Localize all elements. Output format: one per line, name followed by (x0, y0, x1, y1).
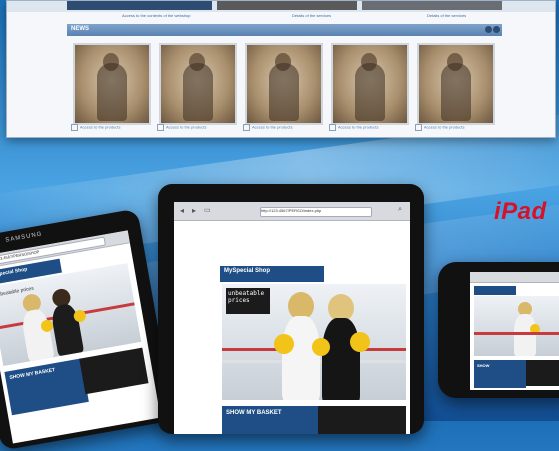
product-image[interactable] (318, 406, 406, 434)
iphone-screen: SHOW (470, 272, 559, 390)
services-link[interactable]: Details of the services (427, 13, 466, 21)
services-link[interactable]: Details of the services (292, 13, 331, 21)
prev-icon[interactable] (485, 26, 492, 33)
bookmarks-icon[interactable]: ▭ (204, 206, 211, 214)
basket-promo[interactable]: SHOW MY BASKET (4, 358, 89, 416)
product-image[interactable] (526, 360, 559, 386)
ipad-label: iPad (494, 198, 547, 225)
model-figure (97, 63, 127, 121)
ipad-screen: ◂ ▸ ▭ http://123.4567/PERSO/index.php ⌕ … (174, 202, 410, 434)
webshop-screenshot: Access to the contents of the webshop De… (6, 0, 556, 138)
header-tile (67, 1, 212, 10)
thumbnail-caption[interactable]: Access to the products (157, 124, 235, 131)
checkbox-icon[interactable] (329, 124, 336, 131)
boxer-figure (514, 314, 536, 356)
boxer-figure (282, 316, 320, 400)
iphone-device: SHOW (438, 262, 559, 398)
phone-brand: SAMSUNG (5, 231, 43, 244)
header-tile (362, 1, 502, 10)
phone-screen: http://123.4567/PERSO/SHOP MySpecial Sho… (0, 230, 161, 444)
next-icon[interactable] (493, 26, 500, 33)
boxing-glove (312, 338, 330, 356)
shop-title: MySpecial Shop (220, 266, 324, 282)
basket-promo[interactable]: SHOW (474, 360, 526, 388)
thumbnail-caption[interactable]: Access to the products (243, 124, 321, 131)
checkbox-icon[interactable] (243, 124, 250, 131)
boxing-glove (274, 334, 294, 354)
model-figure (183, 63, 213, 121)
basket-promo[interactable]: SHOW MY BASKET (222, 406, 318, 434)
product-thumbnail[interactable] (73, 43, 151, 125)
thumbnail-caption[interactable]: Access to the products (329, 124, 407, 131)
hero-tagline: unbeatable prices (226, 288, 270, 314)
product-image[interactable] (79, 347, 149, 395)
model-figure (441, 63, 471, 121)
product-thumbnail[interactable] (159, 43, 237, 125)
url-field[interactable]: http://123.4567/PERSO/index.php (260, 207, 372, 217)
forward-icon[interactable]: ▸ (192, 206, 196, 215)
header-tile (217, 1, 357, 10)
checkbox-icon[interactable] (71, 124, 78, 131)
search-icon[interactable]: ⌕ (398, 206, 402, 214)
boxing-glove (350, 332, 370, 352)
model-figure (355, 63, 385, 121)
samsung-phone: SAMSUNG http://123.4567/PERSO/SHOP MySpe… (0, 208, 175, 451)
product-thumbnail[interactable] (245, 43, 323, 125)
hero-banner (474, 296, 559, 356)
browser-toolbar (470, 272, 559, 283)
hero-banner: unbeatable prices (222, 284, 406, 400)
product-thumbnail[interactable] (331, 43, 409, 125)
hero-graphic (346, 286, 405, 324)
product-thumbnail[interactable] (417, 43, 495, 125)
top-band (7, 1, 555, 12)
webshop-link[interactable]: Access to the contents of the webshop (122, 13, 191, 21)
checkbox-icon[interactable] (157, 124, 164, 131)
thumbnail-caption[interactable]: Access to the products (415, 124, 493, 131)
checkbox-icon[interactable] (415, 124, 422, 131)
news-section-header: NEWS (67, 24, 502, 36)
ipad-device: ◂ ▸ ▭ http://123.4567/PERSO/index.php ⌕ … (158, 184, 424, 434)
boxer-figure (322, 318, 360, 400)
ring-rope (474, 332, 559, 335)
section-title: NEWS (71, 26, 89, 32)
shop-title (474, 286, 516, 295)
back-icon[interactable]: ◂ (180, 206, 184, 215)
thumbnail-caption[interactable]: Access to the products (71, 124, 149, 131)
model-figure (269, 63, 299, 121)
browser-toolbar: ◂ ▸ ▭ http://123.4567/PERSO/index.php ⌕ (174, 202, 410, 221)
boxer-figure (20, 307, 55, 362)
